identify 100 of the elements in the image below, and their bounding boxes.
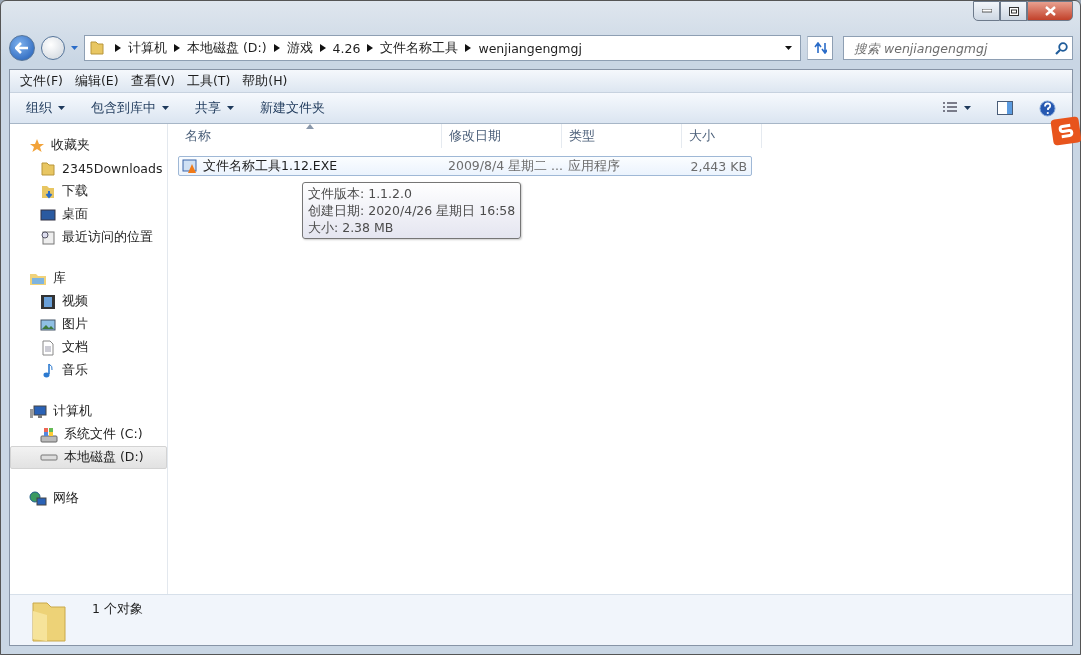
caret-icon [58, 106, 65, 110]
menu-item[interactable]: 编辑(E) [68, 72, 125, 90]
caret-icon [162, 106, 169, 110]
drive-icon [40, 454, 58, 461]
tooltip-line: 大小: 2.38 MB [308, 219, 395, 236]
status-text: 1 个对象 [92, 601, 143, 618]
close-icon [1044, 6, 1056, 16]
nav-item[interactable]: 2345Downloads [10, 157, 167, 180]
refresh-button[interactable] [807, 36, 833, 60]
breadcrumb[interactable]: 文件名称工具 [373, 39, 466, 57]
nav-item[interactable]: 下载 [10, 180, 167, 203]
menu-item[interactable]: 文件(F) [14, 72, 69, 90]
tooltip-line: 创建日期: 2020/4/26 星期日 16:58 [308, 202, 516, 219]
column-header[interactable]: 大小 [682, 124, 762, 148]
nav-group[interactable]: 收藏夹 [10, 134, 167, 157]
chevron-icon [115, 44, 121, 52]
chevron-icon [273, 44, 280, 52]
system-drive-icon [40, 426, 58, 443]
recent-places-icon [40, 229, 56, 246]
monitor-icon [40, 206, 56, 223]
nav-item[interactable]: 系统文件 (C:) [10, 423, 167, 446]
nav-group-label: 库 [53, 270, 66, 287]
menu-item[interactable]: 工具(T) [180, 72, 237, 90]
nav-item[interactable]: 本地磁盘 (D:) [10, 446, 167, 469]
chevron-icon [174, 44, 180, 52]
back-button[interactable] [9, 35, 35, 61]
file-name: 文件名称工具1.12.EXE [203, 157, 338, 175]
nav-item[interactable]: 音乐 [10, 359, 167, 382]
forward-button[interactable] [41, 36, 65, 60]
caret-icon [71, 46, 78, 50]
nav-item-label: 桌面 [62, 206, 88, 223]
minimize-button[interactable] [973, 1, 1000, 21]
history-dropdown[interactable] [71, 46, 78, 50]
document-icon [40, 339, 56, 356]
nav-item-label: 最近访问的位置 [62, 229, 153, 246]
nav-item-label: 图片 [62, 316, 88, 333]
caret-icon [227, 106, 234, 110]
caret-icon [964, 106, 971, 110]
folder-download-icon [40, 183, 56, 200]
nav-group[interactable]: 库 [10, 267, 167, 290]
film-icon [40, 293, 56, 310]
table-cell-text: 2,443 KB [689, 158, 748, 174]
breadcrumb[interactable]: wenjiangengmgj [471, 40, 589, 56]
search-icon [1055, 41, 1068, 55]
chevron-icon [465, 44, 472, 52]
breadcrumb[interactable]: 计算机 [121, 39, 174, 57]
toolbar-button[interactable]: 共享 [187, 96, 242, 120]
nav-item[interactable]: 图片 [10, 313, 167, 336]
chevron-icon [367, 44, 374, 52]
search-field[interactable]: 搜索 wenjiangengmgj [843, 36, 1073, 60]
toolbar-button[interactable]: 新建文件夹 [252, 96, 333, 120]
nav-item-label: 本地磁盘 (D:) [64, 449, 144, 466]
maximize-icon [1008, 6, 1019, 16]
details-view-icon [942, 102, 958, 114]
tooltip-line: 文件版本: 1.1.2.0 [308, 185, 413, 202]
help-icon [1039, 99, 1056, 117]
nav-group-label: 网络 [53, 490, 79, 507]
column-header[interactable]: 类型 [562, 124, 682, 148]
nav-item-label: 2345Downloads [62, 161, 163, 176]
picture-icon [40, 316, 56, 333]
nav-item[interactable]: 桌面 [10, 203, 167, 226]
column-header[interactable]: 名称 [178, 124, 442, 148]
nav-group-label: 收藏夹 [51, 137, 90, 154]
folder-icon [89, 40, 105, 56]
nav-group[interactable]: 网络 [10, 487, 167, 510]
table-cell-text: 应用程序 [567, 157, 621, 175]
file-row[interactable]: 文件名称工具1.12.EXE 2009/8/4 星期二 ... 应用程序 2,443 KB [178, 156, 752, 176]
computer-icon [29, 403, 47, 420]
refresh-arrows-icon [813, 42, 827, 54]
column-header[interactable]: 修改日期 [442, 124, 562, 148]
breadcrumb[interactable]: 本地磁盘 (D:) [180, 39, 274, 57]
nav-group-label: 计算机 [53, 403, 92, 420]
application-icon [182, 158, 198, 174]
nav-item-label: 文档 [62, 339, 88, 356]
preview-pane-icon [997, 101, 1013, 115]
nav-group[interactable]: 计算机 [10, 400, 167, 423]
table-cell-text: 2009/8/4 星期二 ... [447, 157, 562, 175]
folder-icon [40, 160, 56, 177]
nav-item-label: 下载 [62, 183, 88, 200]
nav-item[interactable]: 文档 [10, 336, 167, 359]
network-icon [29, 490, 47, 507]
sort-arrow-icon [305, 124, 314, 129]
chevron-icon [319, 44, 326, 52]
toolbar-button[interactable]: 组织 [18, 96, 73, 120]
close-button[interactable] [1027, 1, 1073, 21]
star-icon [29, 137, 45, 154]
nav-item-label: 音乐 [62, 362, 88, 379]
nav-item[interactable]: 最近访问的位置 [10, 226, 167, 249]
menu-item[interactable]: 帮助(H) [236, 72, 294, 90]
toolbar-button[interactable]: 包含到库中 [83, 96, 177, 120]
breadcrumb[interactable]: 游戏 [279, 39, 320, 57]
address-bar[interactable]: 计算机 本地磁盘 (D:) 游戏 4.26 文件名称工具 wenjiangengmgj [84, 35, 801, 61]
menu-item[interactable]: 查看(V) [124, 72, 181, 90]
breadcrumb[interactable]: 4.26 [325, 40, 368, 56]
maximize-button[interactable] [1000, 1, 1027, 21]
minimize-icon [981, 9, 992, 13]
caret-icon [785, 46, 792, 50]
nav-item-label: 系统文件 (C:) [64, 426, 143, 443]
back-arrow-icon [15, 42, 29, 54]
nav-item[interactable]: 视频 [10, 290, 167, 313]
